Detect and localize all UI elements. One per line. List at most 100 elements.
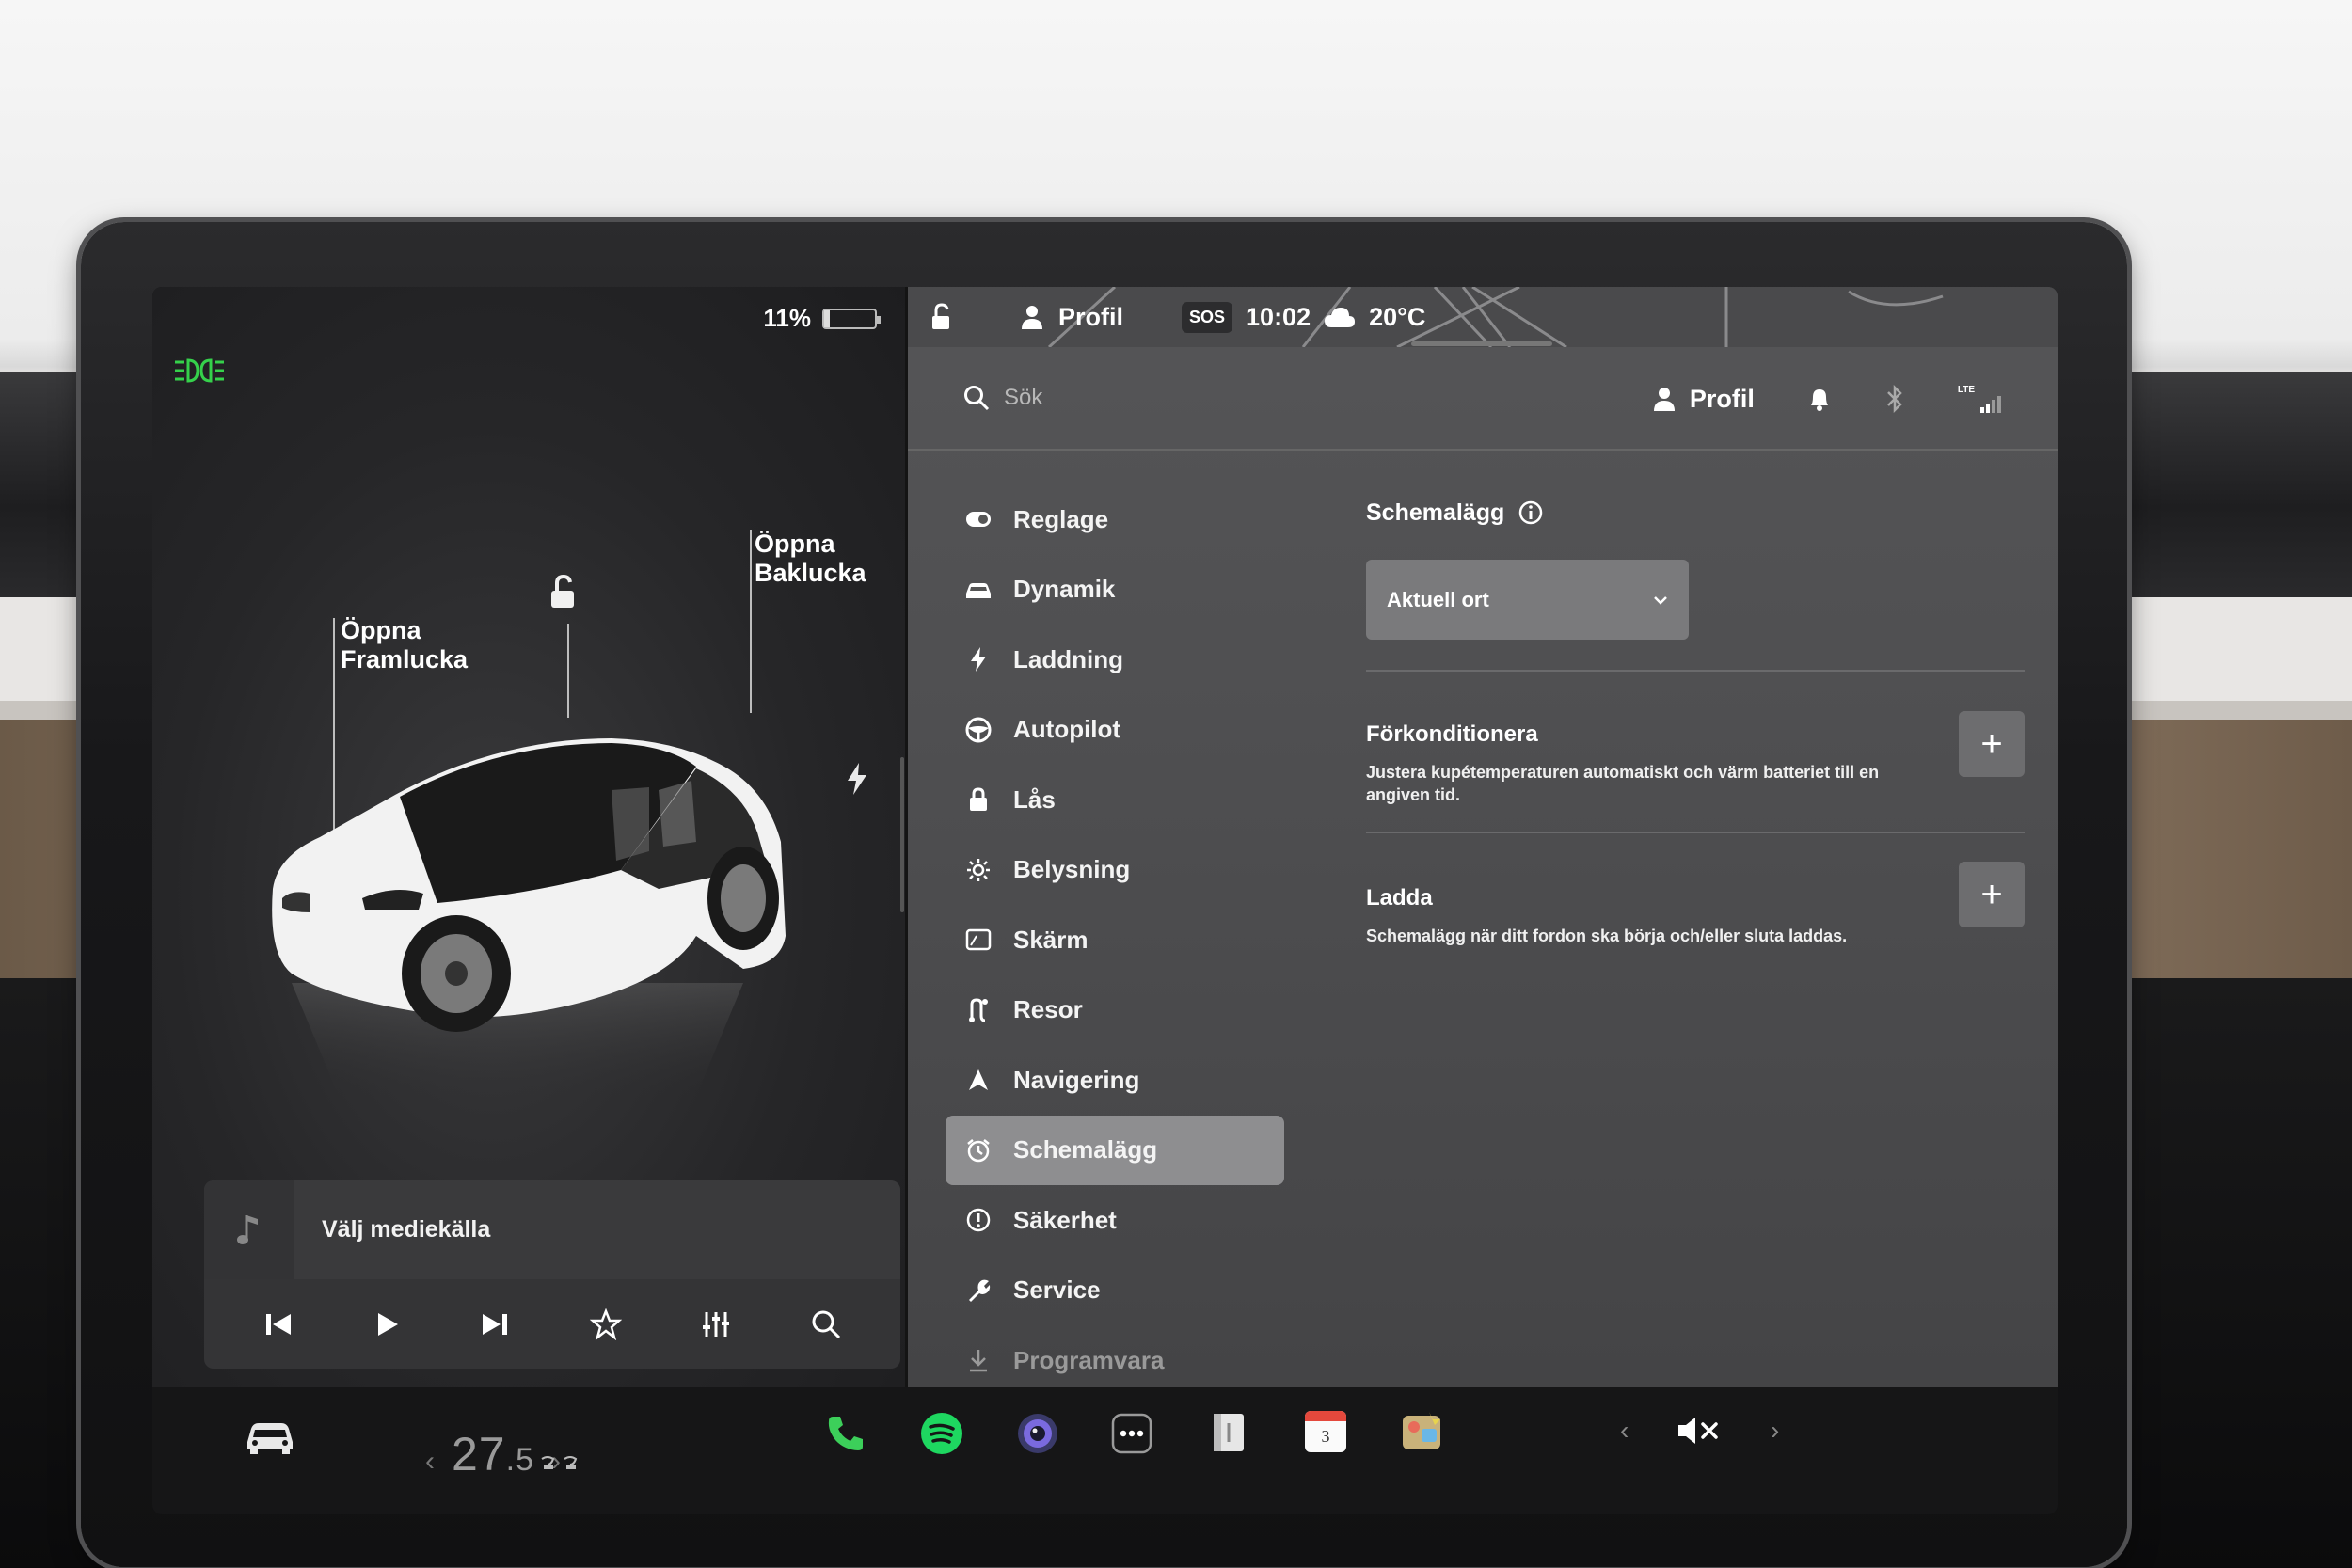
temperature-decrease-button[interactable]: ‹ bbox=[425, 1446, 435, 1478]
cabin-temperature: 27.5 bbox=[452, 1427, 534, 1481]
nav-item-dynamik[interactable]: Dynamik bbox=[946, 555, 1284, 626]
nav-item-programvara[interactable]: Programvara bbox=[946, 1325, 1284, 1396]
car-icon bbox=[964, 576, 993, 604]
add-charge-schedule-button[interactable]: + bbox=[1959, 862, 2025, 927]
nav-item-resor[interactable]: Resor bbox=[946, 975, 1284, 1046]
lightning-icon bbox=[964, 645, 993, 673]
search-input[interactable] bbox=[1004, 385, 1380, 411]
lte-label: LTE bbox=[1957, 385, 1975, 395]
nav-item-autopilot[interactable]: Autopilot bbox=[946, 695, 1284, 766]
play-icon[interactable] bbox=[373, 1310, 401, 1338]
sos-button[interactable]: SOS bbox=[1182, 301, 1233, 333]
unlock-icon[interactable] bbox=[544, 574, 581, 611]
info-icon[interactable] bbox=[1518, 499, 1544, 526]
open-rear-trunk-button[interactable]: Öppna Baklucka bbox=[755, 530, 866, 588]
settings-navigation: Reglage Dynamik Laddning Autopilot Lås Belysn… bbox=[946, 484, 1284, 1396]
charge-schedule-row: Ladda Schemalägg när ditt fordon ska bör… bbox=[1366, 833, 2025, 974]
nav-item-label: Autopilot bbox=[1013, 715, 1121, 744]
volume-decrease-chevron[interactable]: ‹ bbox=[1620, 1416, 1629, 1446]
charge-title: Ladda bbox=[1366, 885, 1433, 911]
nav-item-reglage[interactable]: Reglage bbox=[946, 484, 1284, 555]
sun-icon bbox=[964, 856, 993, 884]
camera-icon[interactable] bbox=[1015, 1411, 1060, 1456]
settings-panel: Profil SOS 10:02 20°C Profil LTE bbox=[908, 287, 2058, 1387]
media-search-icon[interactable] bbox=[810, 1308, 842, 1340]
front-trunk-label-line1: Öppna bbox=[341, 616, 421, 644]
map-background: Profil SOS 10:02 20°C bbox=[908, 287, 2058, 347]
location-select[interactable]: Aktuell ort bbox=[1366, 560, 1689, 640]
nav-item-navigering[interactable]: Navigering bbox=[946, 1045, 1284, 1116]
location-select-value: Aktuell ort bbox=[1387, 587, 1489, 611]
door-unlock-icon[interactable] bbox=[927, 303, 955, 331]
nav-item-label: Belysning bbox=[1013, 855, 1131, 884]
nav-item-label: Programvara bbox=[1013, 1345, 1165, 1374]
temperature-fraction: .5 bbox=[505, 1442, 534, 1478]
car-controls-icon[interactable] bbox=[242, 1414, 298, 1455]
precondition-row: Förkonditionera Justera kupétemperaturen… bbox=[1366, 672, 2025, 832]
battery-percent: 11% bbox=[763, 304, 811, 332]
nav-item-skarm[interactable]: Skärm bbox=[946, 905, 1284, 975]
phone-icon[interactable] bbox=[823, 1411, 868, 1456]
nav-item-schemalagg[interactable]: Schemalägg bbox=[946, 1115, 1284, 1185]
volume-mute-icon[interactable] bbox=[1675, 1414, 1722, 1448]
next-track-icon[interactable] bbox=[479, 1310, 511, 1338]
outside-temperature: 20°C bbox=[1369, 302, 1426, 331]
nav-item-label: Reglage bbox=[1013, 504, 1109, 533]
schedule-settings: Schemalägg Aktuell ort Förkonditionera J… bbox=[1366, 494, 2025, 974]
precondition-description: Justera kupétemperaturen automatiskt och… bbox=[1366, 763, 1880, 804]
battery-fill bbox=[824, 309, 830, 327]
header-profile-label: Profil bbox=[1689, 384, 1755, 413]
add-precondition-button[interactable]: + bbox=[1959, 711, 2025, 777]
lte-signal-icon: LTE bbox=[1958, 385, 2001, 413]
previous-track-icon[interactable] bbox=[262, 1310, 294, 1338]
nav-item-sakerhet[interactable]: Säkerhet bbox=[946, 1185, 1284, 1256]
nav-item-label: Schemalägg bbox=[1013, 1135, 1158, 1164]
schedule-header: Schemalägg bbox=[1366, 494, 2025, 531]
manual-icon[interactable] bbox=[1208, 1410, 1249, 1455]
info-circle-icon bbox=[964, 1206, 993, 1234]
volume-increase-chevron[interactable]: › bbox=[1771, 1416, 1779, 1446]
panel-scrollbar[interactable] bbox=[900, 757, 904, 912]
rear-trunk-pointer bbox=[750, 530, 752, 713]
spotify-icon[interactable] bbox=[919, 1411, 964, 1456]
nav-item-belysning[interactable]: Belysning bbox=[946, 835, 1284, 906]
nav-item-label: Service bbox=[1013, 1275, 1101, 1305]
search-icon bbox=[964, 386, 990, 411]
profile-icon bbox=[1653, 388, 1675, 411]
equalizer-icon[interactable] bbox=[700, 1308, 732, 1340]
charge-description: Schemalägg när ditt fordon ska börja och… bbox=[1366, 927, 1848, 945]
navigation-arrow-icon bbox=[964, 1066, 993, 1094]
steering-wheel-icon bbox=[964, 716, 993, 744]
chevron-down-icon bbox=[1654, 595, 1667, 605]
rear-trunk-label-line1: Öppna bbox=[755, 530, 835, 558]
touchscreen: 11% Öppna Framlucka Öppna Baklucka Välj … bbox=[152, 287, 2058, 1514]
battery-status: 11% bbox=[763, 304, 881, 333]
calendar-icon[interactable]: 3 bbox=[1305, 1411, 1346, 1452]
favorite-star-icon[interactable] bbox=[589, 1307, 622, 1340]
more-apps-icon[interactable] bbox=[1111, 1413, 1152, 1454]
notification-bell-icon[interactable] bbox=[1807, 386, 1832, 412]
media-source-selector[interactable]: Välj mediekälla bbox=[204, 1180, 900, 1279]
seat-heater-icon[interactable] bbox=[538, 1453, 585, 1472]
toybox-icon[interactable] bbox=[1401, 1410, 1444, 1453]
nav-item-laddning[interactable]: Laddning bbox=[946, 625, 1284, 695]
download-icon bbox=[964, 1346, 993, 1374]
front-trunk-label-line2: Framlucka bbox=[341, 645, 469, 673]
alarm-clock-icon bbox=[964, 1136, 993, 1164]
nav-item-service[interactable]: Service bbox=[946, 1256, 1284, 1326]
profile-label[interactable]: Profil bbox=[1058, 303, 1123, 332]
lock-icon bbox=[964, 785, 993, 814]
calendar-header bbox=[1305, 1411, 1346, 1421]
precondition-title: Förkonditionera bbox=[1366, 721, 1538, 747]
open-front-trunk-button[interactable]: Öppna Framlucka bbox=[341, 616, 468, 674]
header-profile-button[interactable]: Profil bbox=[1652, 385, 1755, 414]
bluetooth-icon[interactable] bbox=[1884, 385, 1905, 413]
battery-icon bbox=[822, 308, 881, 329]
top-status-bar: Profil SOS 10:02 20°C bbox=[927, 296, 1425, 338]
profile-icon[interactable] bbox=[1019, 304, 1045, 330]
drag-handle[interactable] bbox=[1411, 341, 1552, 346]
nav-item-las[interactable]: Lås bbox=[946, 765, 1284, 835]
cloud-weather-icon bbox=[1325, 308, 1356, 327]
music-note-icon bbox=[204, 1180, 294, 1279]
toggle-icon bbox=[964, 505, 993, 533]
